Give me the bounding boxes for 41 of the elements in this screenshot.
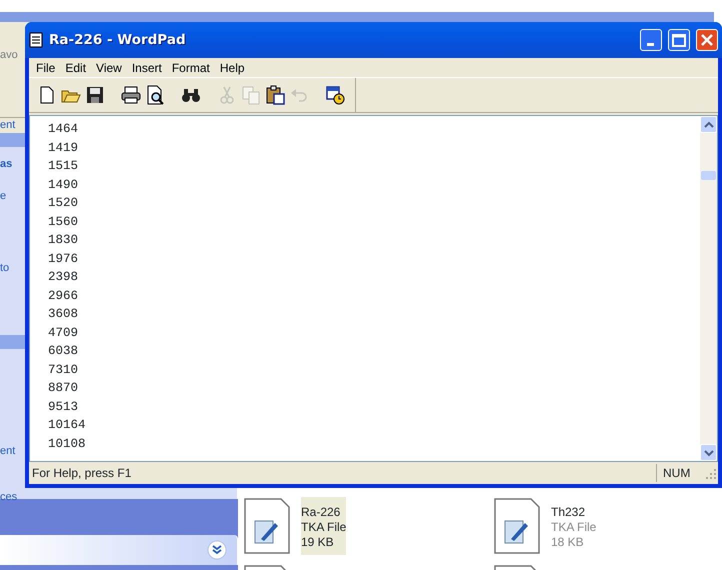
status-indicator: NUM bbox=[656, 464, 702, 482]
text-line: 8870 bbox=[48, 380, 78, 397]
menu-item[interactable]: Format bbox=[166, 58, 215, 76]
text-line: 3608 bbox=[48, 306, 78, 323]
file-name: Th232 bbox=[551, 505, 586, 520]
menu-item[interactable]: Help bbox=[214, 58, 250, 76]
task-link[interactable]: ent bbox=[0, 444, 16, 458]
text-line: 1515 bbox=[48, 158, 78, 175]
menu-item[interactable]: View bbox=[91, 58, 127, 76]
text-line: 2398 bbox=[48, 269, 78, 286]
text-line: 7310 bbox=[48, 362, 78, 378]
file-type: TKA File bbox=[551, 520, 596, 535]
text-line: 1490 bbox=[48, 176, 78, 194]
task-link[interactable]: to bbox=[0, 261, 10, 275]
address-text: avo bbox=[0, 48, 18, 62]
menu-item[interactable]: File bbox=[31, 58, 60, 76]
window-title: Ra-226 - WordPad bbox=[49, 30, 187, 50]
file-size: 19 KB bbox=[301, 535, 335, 550]
file-size: 18 KB bbox=[551, 535, 585, 550]
text-line: 10164 bbox=[48, 417, 86, 434]
text-line: 6038 bbox=[48, 343, 78, 360]
text-line: 9513 bbox=[48, 398, 78, 416]
text-line: 1464 bbox=[48, 121, 78, 138]
file-type: TKA File bbox=[301, 520, 346, 535]
status-text: For Help, press F1 bbox=[31, 465, 132, 482]
text-line: 1560 bbox=[48, 214, 78, 230]
text-line: 4709 bbox=[48, 324, 78, 342]
panel-text: ent bbox=[0, 118, 16, 132]
text-line: 1520 bbox=[48, 195, 78, 212]
panel-heading: as bbox=[0, 157, 12, 171]
file-item[interactable]: Th232 TKA File 18 KB bbox=[488, 497, 714, 555]
task-link[interactable]: e bbox=[0, 189, 6, 203]
text-line: 1976 bbox=[48, 250, 78, 268]
menu-item[interactable]: Insert bbox=[126, 58, 167, 76]
file-item[interactable]: Ra-226 TKA File 19 KB bbox=[238, 497, 488, 555]
text-line: 2966 bbox=[48, 288, 78, 304]
text-line: 1830 bbox=[48, 232, 78, 249]
file-name: Ra-226 bbox=[301, 505, 342, 520]
text-line: 10108 bbox=[48, 436, 86, 452]
menu-item[interactable]: Edit bbox=[60, 58, 92, 76]
text-line: 1419 bbox=[48, 140, 78, 156]
